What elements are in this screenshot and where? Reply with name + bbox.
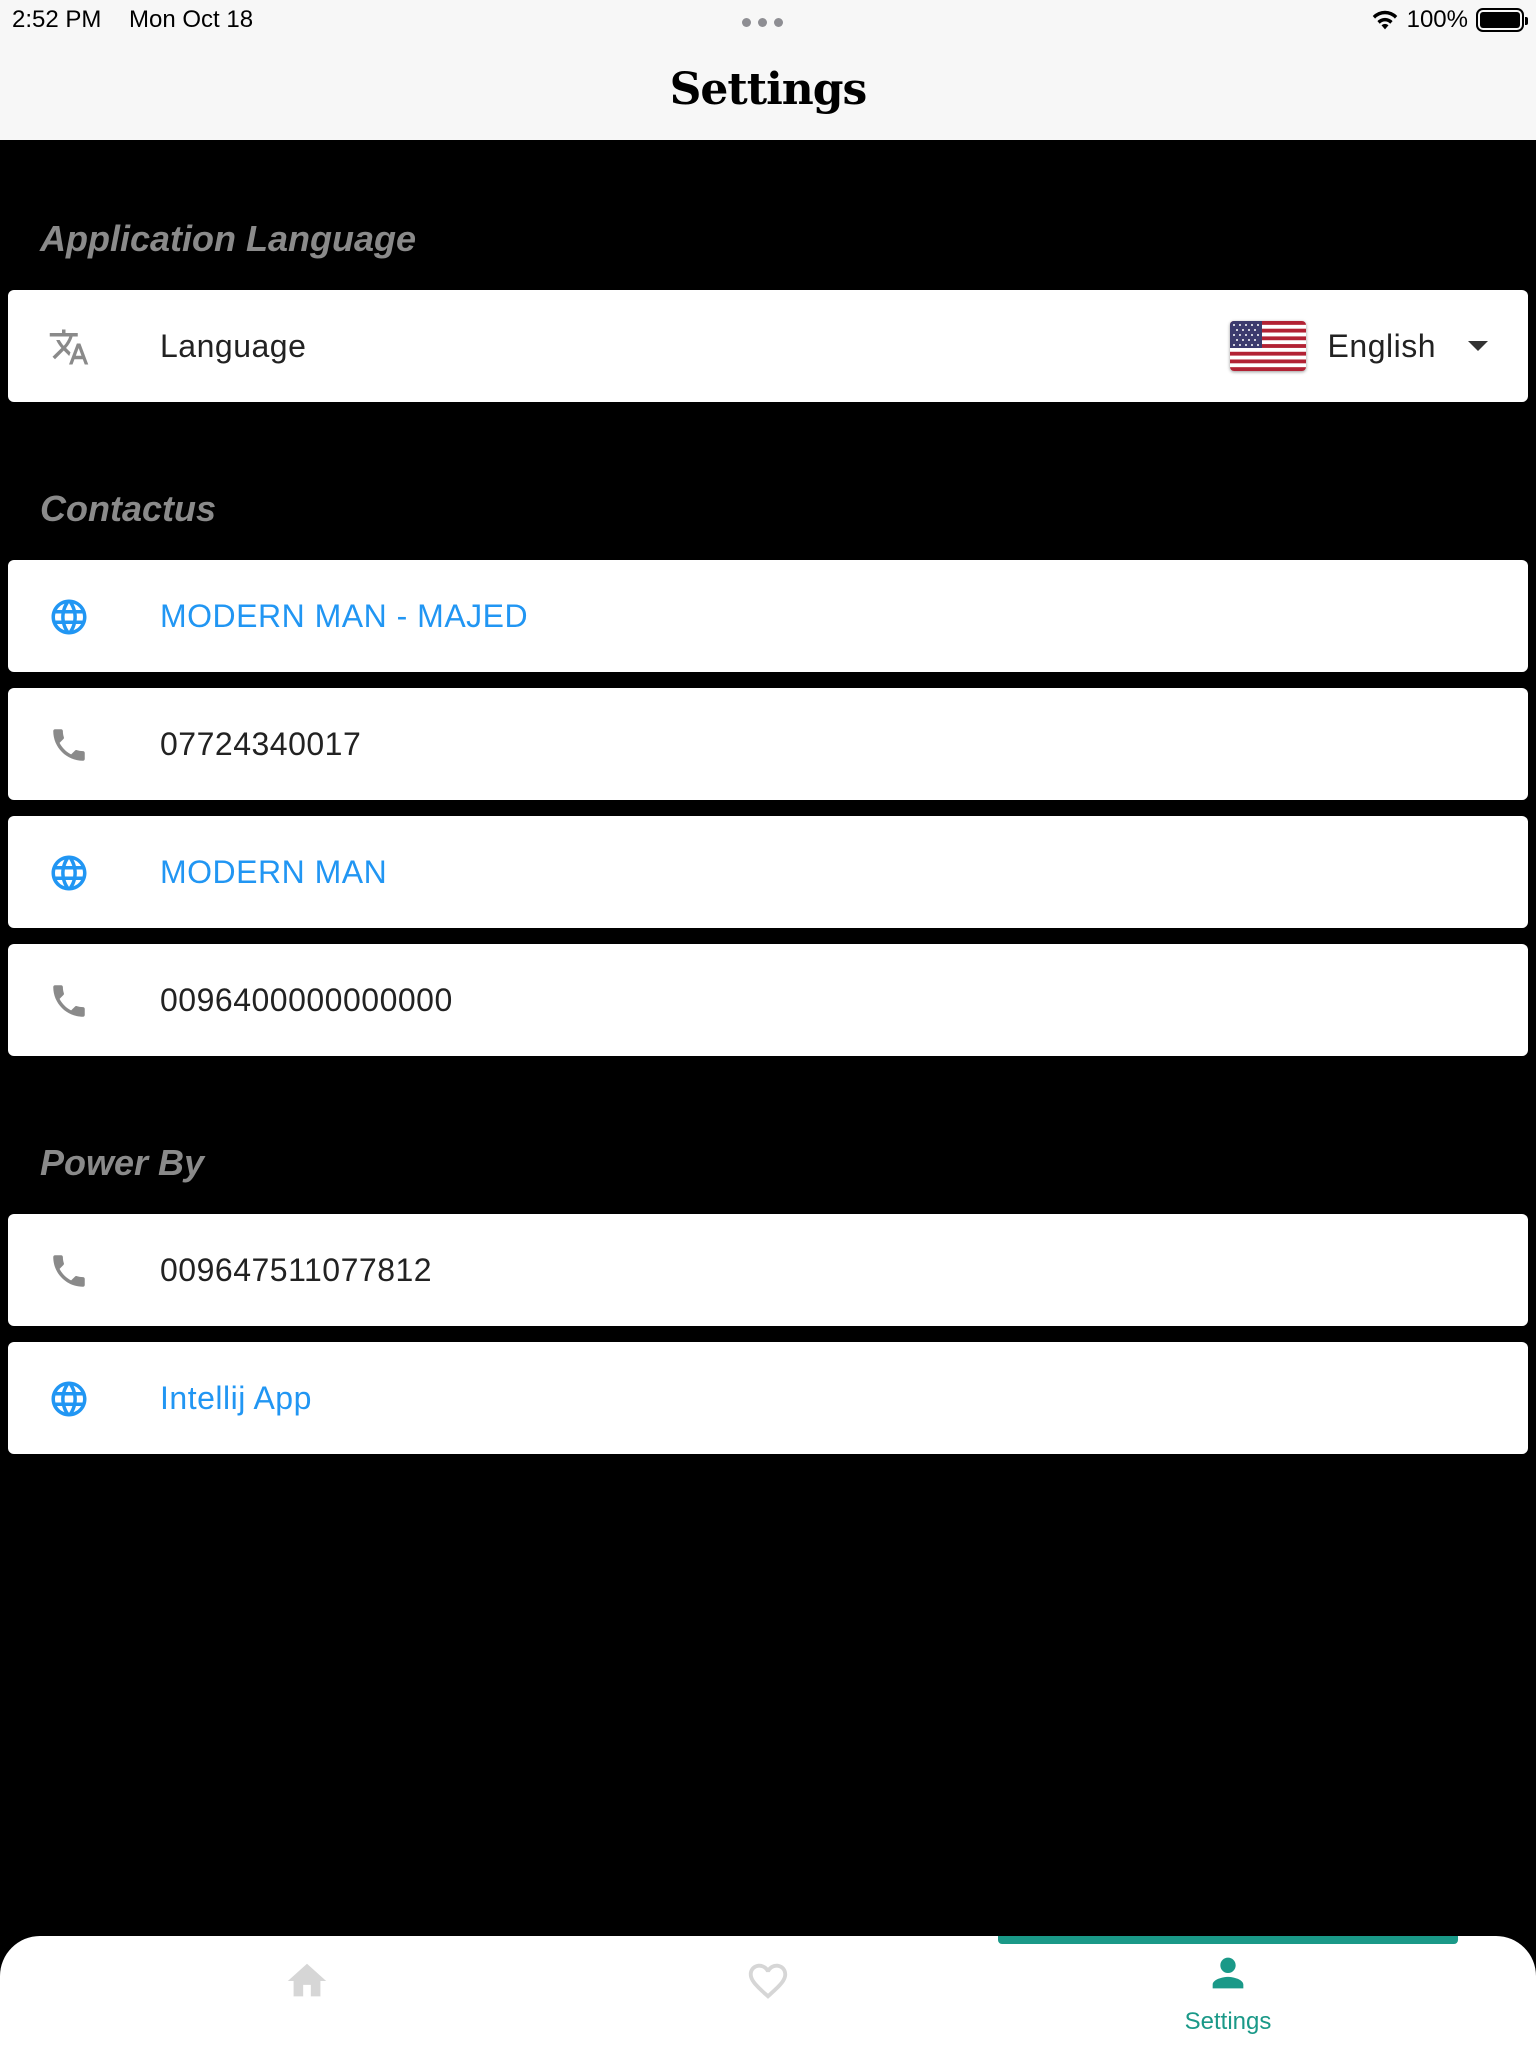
contact-link-row[interactable]: MODERN MAN bbox=[8, 816, 1528, 928]
section-title-power-by: Power By bbox=[40, 1142, 205, 1183]
wifi-icon bbox=[1372, 10, 1397, 30]
section-title-application-language: Application Language bbox=[40, 218, 417, 259]
translate-icon bbox=[49, 329, 89, 365]
contact-phone-label: 0096400000000000 bbox=[160, 982, 453, 1018]
tab-favorites[interactable] bbox=[538, 1936, 998, 2048]
contact-link-label: MODERN MAN - MAJED bbox=[160, 598, 529, 634]
status-right: 100% bbox=[1371, 6, 1528, 34]
phone-icon bbox=[53, 729, 85, 761]
page-title: Settings bbox=[669, 64, 868, 115]
tab-settings-label: Settings bbox=[1184, 2008, 1272, 2035]
home-icon bbox=[287, 1963, 327, 1997]
person-icon bbox=[1212, 1957, 1244, 1989]
contact-phone-row[interactable]: 07724340017 bbox=[8, 688, 1528, 800]
contact-link-row[interactable]: MODERN MAN - MAJED bbox=[8, 560, 1528, 672]
globe-icon bbox=[51, 599, 87, 635]
tab-home[interactable] bbox=[77, 1936, 537, 2048]
battery-icon bbox=[1476, 8, 1528, 32]
section-title-contactus: Contactus bbox=[40, 488, 217, 529]
status-time: 2:52 PM bbox=[12, 6, 102, 33]
phone-icon bbox=[53, 985, 85, 1017]
tab-settings[interactable]: Settings bbox=[998, 1936, 1458, 2048]
nav-header: Settings bbox=[0, 40, 1536, 140]
contact-link-label: MODERN MAN bbox=[160, 854, 388, 890]
us-flag-icon bbox=[1229, 321, 1306, 371]
powerby-link-row[interactable]: Intellij App bbox=[8, 1342, 1528, 1454]
powerby-link-label: Intellij App bbox=[160, 1380, 312, 1416]
powerby-phone-row[interactable]: 009647511077812 bbox=[8, 1214, 1528, 1326]
selected-language: English bbox=[1327, 327, 1436, 364]
language-dropdown[interactable]: English bbox=[1229, 290, 1488, 402]
phone-icon bbox=[53, 1255, 85, 1287]
battery-percent: 100% bbox=[1406, 6, 1468, 33]
globe-icon bbox=[51, 1381, 87, 1417]
heart-icon bbox=[748, 1963, 788, 1999]
contact-phone-row[interactable]: 0096400000000000 bbox=[8, 944, 1528, 1056]
status-date: Mon Oct 18 bbox=[129, 6, 254, 33]
chevron-down-icon bbox=[1468, 341, 1488, 351]
multitasking-dots-icon[interactable] bbox=[742, 18, 783, 27]
powerby-phone-label: 009647511077812 bbox=[160, 1252, 433, 1288]
globe-icon bbox=[51, 855, 87, 891]
bottom-nav: Settings bbox=[0, 1936, 1536, 2048]
language-label: Language bbox=[160, 328, 307, 364]
contact-phone-label: 07724340017 bbox=[160, 726, 362, 762]
status-bar: 2:52 PM Mon Oct 18 100% bbox=[0, 0, 1536, 40]
language-row[interactable]: Language English bbox=[8, 290, 1528, 402]
